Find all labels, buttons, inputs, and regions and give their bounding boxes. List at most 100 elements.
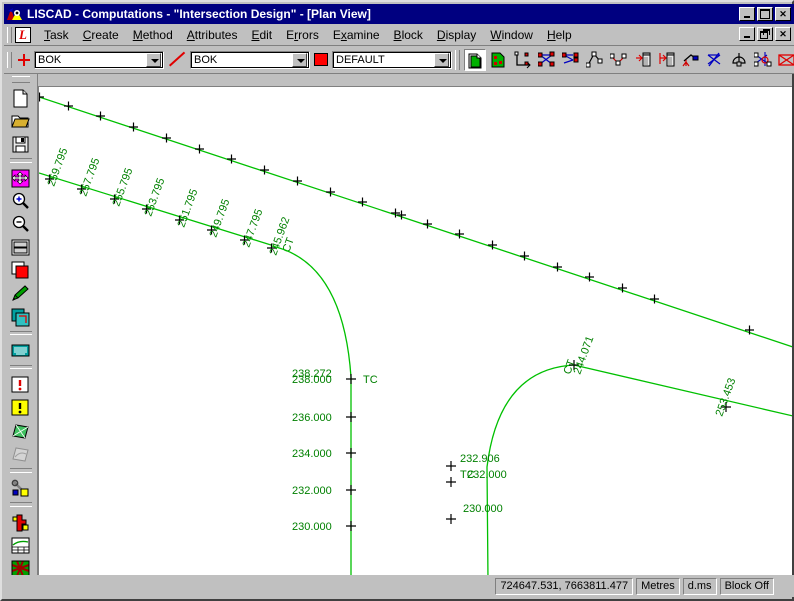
tools-icon[interactable]: [8, 476, 34, 499]
sidebar-drag-grip[interactable]: [11, 76, 30, 83]
pan-move-icon[interactable]: [8, 166, 34, 189]
node-snap-icon[interactable]: [752, 49, 774, 71]
red-diagonal-line-icon: [168, 52, 186, 68]
status-block-state: Block Off: [719, 577, 774, 595]
station-label: 230.000: [463, 503, 503, 515]
maximize-button[interactable]: [757, 7, 773, 21]
zoom-out-icon[interactable]: [8, 212, 34, 235]
axes-origin-icon[interactable]: [512, 49, 534, 71]
south-roadline-east-labels: CT 244.071 253.453: [562, 335, 739, 418]
offset-lines-icon[interactable]: [560, 49, 582, 71]
toolbar-drag-grip[interactable]: [7, 51, 12, 68]
main-toolbar: BOK BOK DEFAULT: [4, 46, 794, 74]
intersect-lines-icon[interactable]: [536, 49, 558, 71]
style-value: DEFAULT: [336, 53, 385, 66]
toolbar-separator: [455, 49, 460, 70]
mdi-minimize-button[interactable]: [739, 27, 755, 41]
new-file-icon[interactable]: [8, 86, 34, 109]
delete-point-icon[interactable]: [632, 49, 654, 71]
window-tile-icon[interactable]: [8, 235, 34, 258]
status-units: Metres: [636, 577, 680, 595]
menu-label-examine: amine: [346, 27, 380, 42]
resize-grip-icon[interactable]: [777, 579, 792, 593]
mdi-restore-button[interactable]: [757, 27, 773, 41]
window-controls-primary: ✕: [739, 7, 791, 21]
paste-page-icon[interactable]: [488, 49, 510, 71]
close-button[interactable]: ✕: [775, 7, 791, 21]
menu-label-task: ask: [50, 27, 69, 42]
liscad-L-icon[interactable]: [15, 26, 31, 43]
spreadsheet-icon[interactable]: [8, 533, 34, 556]
color-swatch-icon[interactable]: [314, 53, 328, 66]
line-layer-value: BOK: [194, 53, 218, 66]
style-combo[interactable]: DEFAULT: [332, 50, 452, 69]
grid-cross-icon[interactable]: [776, 49, 794, 71]
sidebar-separator: [9, 158, 32, 163]
delete-line-icon[interactable]: [656, 49, 678, 71]
profile-person-icon[interactable]: [8, 510, 34, 533]
status-bar: 724647.531, 7663811.477 Metres d.ms Bloc…: [4, 575, 794, 597]
station-label: 249.795: [208, 198, 233, 239]
station-label: 232.906: [460, 453, 500, 465]
south-roadline-east-ticks: [569, 360, 731, 412]
menu-item-block[interactable]: Block: [387, 26, 430, 44]
title-bar: LISCAD - Computations - "Intersection De…: [4, 4, 794, 24]
plan-view-canvas[interactable]: 259.795 257.795 255.795 253.795 251.795 …: [38, 86, 792, 579]
contour-disabled-icon[interactable]: [8, 442, 34, 465]
chevron-down-icon[interactable]: [292, 52, 307, 67]
status-coordinates: 724647.531, 7663811.477: [495, 577, 634, 595]
menu-item-edit[interactable]: Edit: [244, 26, 279, 44]
surface-mesh-icon[interactable]: [8, 419, 34, 442]
warning-alert-icon[interactable]: [8, 395, 34, 418]
west-kerb-return-labels: 238.272 238.000 TC 236.000 234.000 232.0…: [292, 368, 378, 533]
red-plus-point-icon: [17, 53, 31, 67]
point-layer-value: BOK: [38, 53, 62, 66]
menu-item-errors[interactable]: Errors: [279, 26, 326, 44]
error-alert-icon[interactable]: [8, 372, 34, 395]
open-folder-icon[interactable]: [8, 109, 34, 132]
station-label: 251.795: [176, 188, 201, 229]
menu-bar: Task Create Method Attributes Edit Error…: [4, 24, 794, 46]
menu-item-window[interactable]: Window: [483, 26, 540, 44]
menu-item-display[interactable]: Display: [430, 26, 483, 44]
menu-item-method[interactable]: Method: [126, 26, 180, 44]
east-kerb-return-labels: 232.906 TC 232.000 230.000: [460, 453, 507, 515]
station-label: 247.795: [241, 208, 266, 249]
left-tool-sidebar: [4, 74, 38, 579]
pencil-edit-icon[interactable]: [8, 281, 34, 304]
menu-item-examine[interactable]: Examine: [326, 26, 387, 44]
no-intersect-icon[interactable]: [704, 49, 726, 71]
save-disk-icon[interactable]: [8, 132, 34, 155]
menu-label-display: isplay: [445, 27, 477, 42]
point-layer-combo[interactable]: BOK: [34, 50, 164, 69]
north-roadline: [39, 96, 792, 348]
menu-label-window: indow: [501, 27, 533, 42]
protractor-icon[interactable]: [728, 49, 750, 71]
chevron-down-icon[interactable]: [146, 52, 161, 67]
arc-icon[interactable]: [608, 49, 630, 71]
tc-label: TC: [363, 374, 378, 386]
menu-drag-grip[interactable]: [7, 26, 12, 43]
menu-label-errors: rors: [298, 27, 319, 42]
south-roadline-west-labels: 259.795 257.795 255.795 253.795 251.795 …: [46, 147, 297, 257]
zoom-in-icon[interactable]: [8, 189, 34, 212]
copy-page-icon[interactable]: [464, 48, 486, 71]
polyline-icon[interactable]: [584, 49, 606, 71]
line-layer-combo[interactable]: BOK: [190, 50, 310, 69]
liscad-application-window: LISCAD - Computations - "Intersection De…: [0, 0, 794, 601]
station-label: 230.000: [292, 521, 332, 533]
chevron-down-icon[interactable]: [434, 52, 449, 67]
minimize-button[interactable]: [739, 7, 755, 21]
menu-item-attributes[interactable]: Attributes: [180, 26, 245, 44]
menu-item-task[interactable]: Task: [37, 26, 76, 44]
menu-item-create[interactable]: Create: [76, 26, 126, 44]
window-controls-mdi: ✕: [739, 27, 791, 41]
menu-label-create: reate: [91, 27, 119, 42]
keyboard-entry-icon[interactable]: [8, 338, 34, 361]
color-swatch-icon[interactable]: [8, 258, 34, 281]
surveyor-instrument-icon[interactable]: [680, 49, 702, 71]
menu-item-help[interactable]: Help: [540, 26, 579, 44]
group-select-icon[interactable]: [8, 305, 34, 328]
sidebar-separator: [9, 467, 32, 473]
mdi-close-button[interactable]: ✕: [775, 27, 791, 41]
